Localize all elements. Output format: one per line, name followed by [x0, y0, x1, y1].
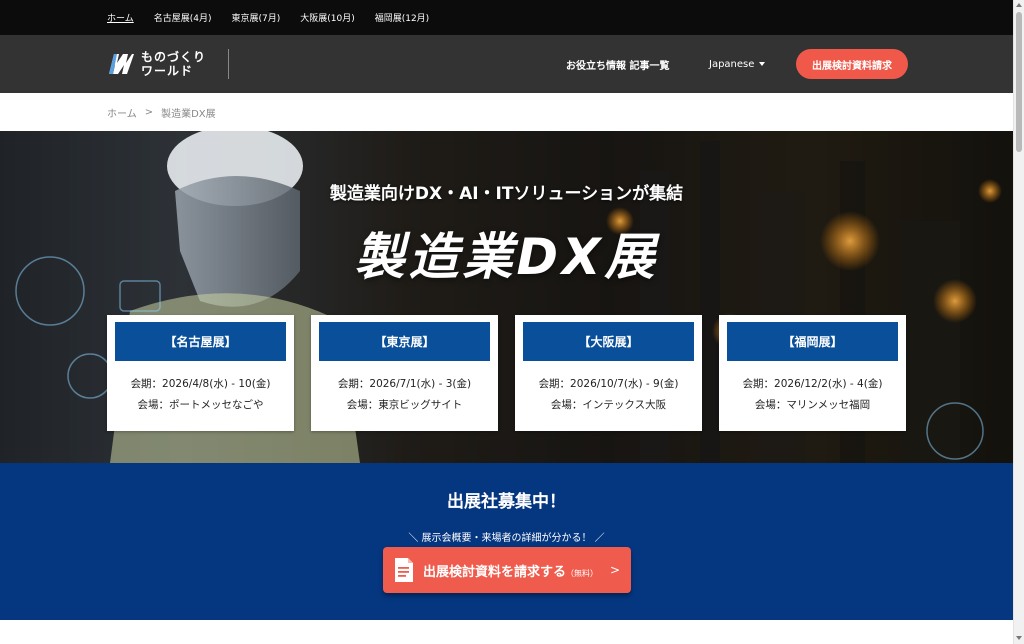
card-period: 会期：2026/10/7(水) - 9(金)	[538, 378, 679, 390]
chevron-right-icon: >	[610, 563, 621, 577]
card-venue: 会場：ポートメッセなごや	[137, 399, 264, 411]
hero-banner: 製造業向けDX・AI・ITソリューションが集結 製造業DX展 【名古屋展】 会期…	[0, 131, 1013, 463]
language-label: Japanese	[709, 58, 755, 70]
recruit-title: 出展社募集中！	[447, 492, 566, 512]
top-nav-home[interactable]: ホーム	[107, 11, 134, 24]
logo-divider	[228, 49, 229, 79]
exhibition-card-osaka[interactable]: 【大阪展】 会期：2026/10/7(水) - 9(金) 会場：インテックス大阪	[515, 315, 702, 431]
scroll-down-arrow-icon[interactable]	[1016, 636, 1022, 640]
cta-label: 出展検討資料を請求する（無料）	[423, 561, 598, 580]
top-nav-bar: ホーム 名古屋展(4月) 東京展(7月) 大阪展(10月) 福岡展(12月)	[0, 0, 1013, 35]
site-header: ものづくり ワールド お役立ち情報 記事一覧 Japanese 出展検討資料請求	[0, 35, 1013, 93]
caret-down-icon	[759, 62, 766, 66]
nav-articles-link[interactable]: お役立ち情報 記事一覧	[566, 35, 669, 93]
card-venue: 会場：東京ビッグサイト	[346, 399, 463, 411]
hero-title: 製造業DX展	[354, 228, 659, 286]
cta-label-free: （無料）	[566, 568, 599, 578]
page-scrollbar[interactable]	[1013, 0, 1024, 644]
card-period: 会期：2026/4/8(水) - 10(金)	[130, 378, 271, 390]
exhibitor-recruit-section: 出展社募集中！ ＼ 展示会概要・来場者の詳細が分かる！ ／ 出展検討資料を請求す…	[0, 463, 1013, 620]
logo-mark-icon	[109, 54, 134, 74]
breadcrumb: ホーム > 製造業DX展	[107, 93, 216, 131]
exhibition-cards: 【名古屋展】 会期：2026/4/8(水) - 10(金) 会場：ポートメッセな…	[107, 315, 907, 431]
logo-text: ものづくり ワールド	[141, 50, 206, 78]
card-venue: 会場：インテックス大阪	[550, 399, 667, 411]
scroll-up-arrow-icon[interactable]	[1016, 3, 1022, 7]
hero-subtitle: 製造業向けDX・AI・ITソリューションが集結	[329, 184, 684, 204]
exhibition-card-fukuoka[interactable]: 【福岡展】 会期：2026/12/2(水) - 4(金) 会場：マリンメッセ福岡	[719, 315, 906, 431]
request-materials-cta-button[interactable]: 出展検討資料を請求する（無料） >	[383, 547, 631, 593]
exhibition-card-nagoya[interactable]: 【名古屋展】 会期：2026/4/8(水) - 10(金) 会場：ポートメッセな…	[107, 315, 294, 431]
top-nav-tokyo[interactable]: 東京展(7月)	[231, 11, 280, 24]
request-materials-button[interactable]: 出展検討資料請求	[796, 49, 908, 79]
card-venue: 会場：マリンメッセ福岡	[754, 399, 871, 411]
document-icon	[395, 558, 413, 582]
top-nav-fukuoka[interactable]: 福岡展(12月)	[375, 11, 429, 24]
breadcrumb-current: 製造業DX展	[161, 108, 216, 120]
card-header: 【東京展】	[319, 322, 490, 361]
site-logo[interactable]: ものづくり ワールド	[107, 47, 206, 81]
card-header: 【名古屋展】	[115, 322, 286, 361]
exhibition-card-tokyo[interactable]: 【東京展】 会期：2026/7/1(水) - 3(金) 会場：東京ビッグサイト	[311, 315, 498, 431]
cta-label-main: 出展検討資料を請求する	[423, 564, 567, 580]
language-dropdown[interactable]: Japanese	[709, 35, 766, 93]
top-nav-links: ホーム 名古屋展(4月) 東京展(7月) 大阪展(10月) 福岡展(12月)	[107, 0, 429, 35]
logo-line-1: ものづくり	[141, 50, 207, 64]
card-period: 会期：2026/7/1(水) - 3(金)	[337, 378, 472, 390]
logo-line-2: ワールド	[141, 64, 194, 78]
breadcrumb-separator: >	[144, 106, 154, 118]
top-nav-osaka[interactable]: 大阪展(10月)	[300, 11, 354, 24]
scrollbar-thumb[interactable]	[1016, 12, 1022, 152]
card-header: 【福岡展】	[727, 322, 898, 361]
breadcrumb-home[interactable]: ホーム	[107, 105, 137, 120]
card-header: 【大阪展】	[523, 322, 694, 361]
recruit-subtitle: ＼ 展示会概要・来場者の詳細が分かる！ ／	[408, 533, 605, 544]
card-period: 会期：2026/12/2(水) - 4(金)	[742, 378, 883, 390]
top-nav-nagoya[interactable]: 名古屋展(4月)	[154, 11, 212, 24]
